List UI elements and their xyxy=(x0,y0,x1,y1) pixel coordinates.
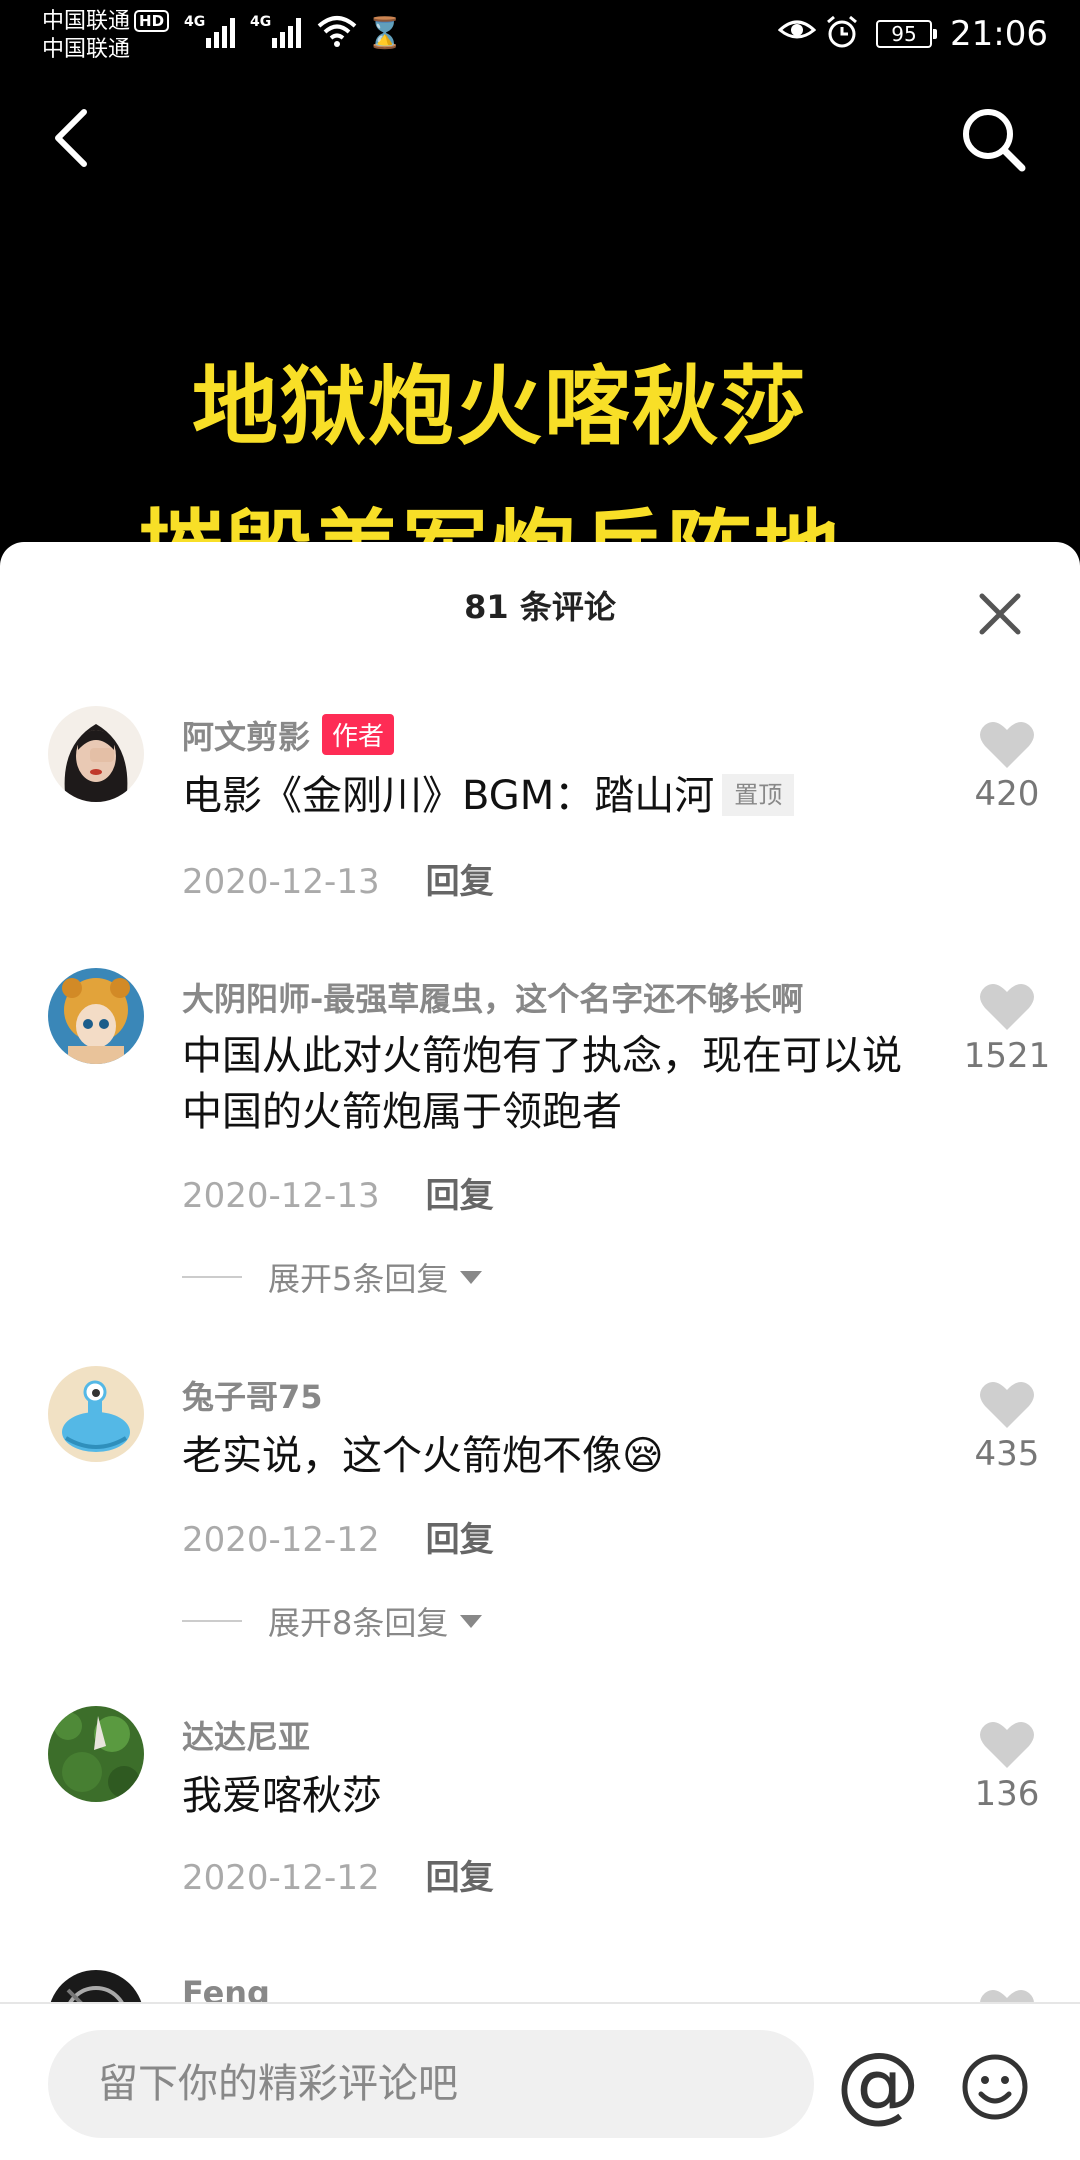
avatar[interactable] xyxy=(48,1366,144,1462)
heart-icon[interactable] xyxy=(979,720,1035,770)
comment-date: 2020-12-12 xyxy=(182,1858,380,1898)
like-button[interactable]: 1521 xyxy=(960,982,1054,1076)
comment-username[interactable]: 阿文剪影 作者 xyxy=(182,712,395,758)
comment-input-bar: @ xyxy=(0,2002,1080,2160)
like-count: 136 xyxy=(974,1774,1040,1814)
author-tag: 作者 xyxy=(322,714,395,755)
comments-sheet: 81 条评论 阿文剪影 作者 电影《金刚川》BGM：踏山河 置顶 2020-12-1… xyxy=(0,542,1080,2160)
alarm-icon xyxy=(827,15,857,48)
wifi-icon xyxy=(317,16,357,47)
comment-body: 电影《金刚川》BGM：踏山河 xyxy=(182,773,715,819)
chevron-down-icon xyxy=(460,1270,483,1284)
comment-meta: 2020-12-12 回复 xyxy=(182,1512,494,1561)
status-bar: 中国联通 HD 中国联通 4G 4G ⌛ 95 21:06 xyxy=(0,0,1080,70)
comment-input-container[interactable] xyxy=(48,2030,814,2138)
battery-indicator: 95 xyxy=(876,20,937,48)
expand-divider xyxy=(182,1620,242,1622)
carrier-2: 中国联通 xyxy=(42,37,131,62)
comment-body: 我爱喀秋莎 xyxy=(182,1773,382,1819)
comment-username[interactable]: 达达尼亚 xyxy=(182,1712,310,1758)
eye-comfort-icon xyxy=(778,20,816,39)
comment-date: 2020-12-13 xyxy=(182,862,380,902)
heart-icon[interactable] xyxy=(979,1720,1035,1770)
username-text[interactable]: 阿文剪影 xyxy=(182,718,310,756)
comment-username[interactable]: 大阴阳师-最强草履虫，这个名字还不够长啊 xyxy=(182,974,803,1020)
expand-replies-label[interactable]: 展开5条回复 xyxy=(268,1254,448,1300)
video-title-line1: 地狱炮火喀秋莎 xyxy=(192,357,808,457)
hd-badge: HD xyxy=(134,10,170,32)
network-type-1: 4G xyxy=(184,14,206,30)
avatar[interactable] xyxy=(48,706,144,802)
reply-button[interactable]: 回复 xyxy=(426,862,494,902)
avatar[interactable] xyxy=(48,1706,144,1802)
comment-text: 电影《金刚川》BGM：踏山河 置顶 xyxy=(182,768,922,824)
chevron-down-icon xyxy=(460,1614,483,1628)
comments-count-title: 81 条评论 xyxy=(464,588,616,626)
like-button[interactable]: 420 xyxy=(960,720,1054,814)
expand-replies-label[interactable]: 展开8条回复 xyxy=(268,1598,448,1644)
clock: 21:06 xyxy=(950,14,1048,54)
search-button[interactable] xyxy=(958,104,1028,174)
like-button[interactable]: 136 xyxy=(960,1720,1054,1814)
like-button[interactable]: 435 xyxy=(960,1380,1054,1474)
comment-username[interactable]: 兔子哥75 xyxy=(182,1372,323,1418)
carrier-1: 中国联通 xyxy=(42,9,131,34)
like-count: 1521 xyxy=(963,1036,1051,1076)
emoji-icon[interactable] xyxy=(960,2052,1030,2122)
expand-divider xyxy=(182,1276,242,1278)
carrier-info: 中国联通 HD 中国联通 xyxy=(42,8,170,64)
pinned-badge: 置顶 xyxy=(722,774,795,816)
comment-meta: 2020-12-13 回复 xyxy=(182,1168,494,1217)
like-count: 420 xyxy=(974,774,1040,814)
comment-body: 中国从此对火箭炮有了执念，现在可以说中国的火箭炮属于领跑者 xyxy=(182,1033,902,1135)
heart-icon[interactable] xyxy=(979,982,1035,1032)
reply-button[interactable]: 回复 xyxy=(426,1176,494,1216)
comment-date: 2020-12-13 xyxy=(182,1176,380,1216)
expand-replies-button[interactable]: 展开5条回复 xyxy=(182,1254,483,1300)
back-button[interactable] xyxy=(50,108,94,168)
comment-date: 2020-12-12 xyxy=(182,1520,380,1560)
comment-meta: 2020-12-13 回复 xyxy=(182,854,494,903)
avatar[interactable] xyxy=(48,968,144,1064)
hourglass-icon: ⌛ xyxy=(366,16,404,51)
reply-button[interactable]: 回复 xyxy=(426,1858,494,1898)
reply-button[interactable]: 回复 xyxy=(426,1520,494,1560)
like-count: 435 xyxy=(974,1434,1040,1474)
comment-meta: 2020-12-12 回复 xyxy=(182,1850,494,1899)
mention-button[interactable]: @ xyxy=(836,2038,920,2128)
comment-body: 老实说，这个火箭炮不像😪 xyxy=(182,1433,664,1479)
network-type-2: 4G xyxy=(250,14,272,30)
close-button[interactable] xyxy=(976,590,1024,638)
heart-icon[interactable] xyxy=(979,1380,1035,1430)
comment-input[interactable] xyxy=(48,2030,814,2138)
expand-replies-button[interactable]: 展开8条回复 xyxy=(182,1598,483,1644)
